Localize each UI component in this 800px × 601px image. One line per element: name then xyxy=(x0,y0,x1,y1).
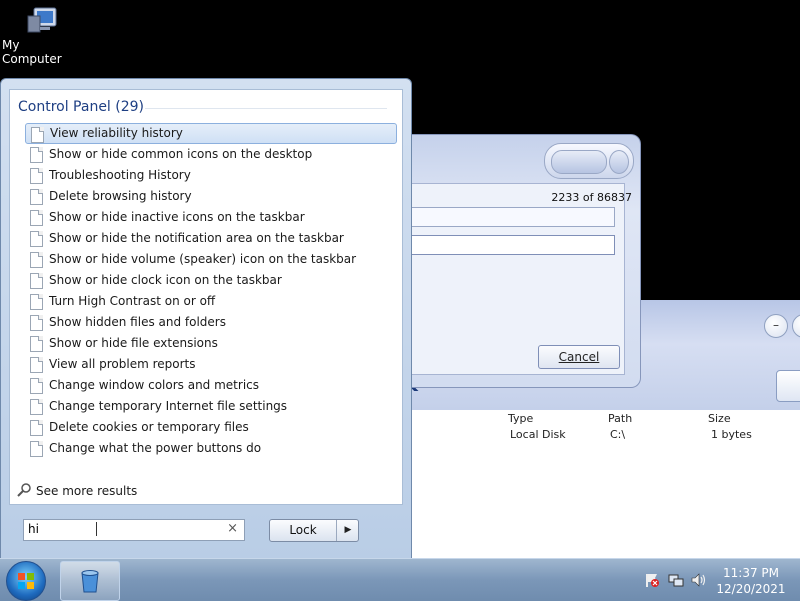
status-field xyxy=(404,207,615,227)
control-panel-item-icon xyxy=(30,168,43,184)
see-more-label: See more results xyxy=(36,484,138,498)
progress-current: 2233 xyxy=(551,191,580,204)
desktop-icon-my-computer[interactable]: My Computer xyxy=(2,6,82,66)
search-result-label: View reliability history xyxy=(50,126,183,140)
control-panel-item-icon xyxy=(30,336,43,352)
progress-counter: 2233 of 86837 xyxy=(551,191,632,204)
lock-button-label[interactable]: Lock xyxy=(270,520,337,541)
minimize-button[interactable]: – xyxy=(764,314,788,338)
column-header-size[interactable]: Size xyxy=(708,412,731,425)
text-cursor xyxy=(96,522,97,536)
search-result-label: Change temporary Internet file settings xyxy=(49,399,288,413)
search-result-item[interactable]: Show or hide common icons on the desktop xyxy=(25,144,397,165)
search-result-item[interactable]: Change temporary Internet file settings xyxy=(25,396,397,417)
search-result-item[interactable]: Show or hide volume (speaker) icon on th… xyxy=(25,249,397,270)
search-result-item[interactable]: Show or hide file extensions xyxy=(25,333,397,354)
volume-speaker-icon[interactable] xyxy=(690,572,706,588)
progress-total: 86837 xyxy=(597,191,632,204)
search-result-item[interactable]: Show or hide clock icon on the taskbar xyxy=(25,270,397,291)
start-menu: Control Panel (29) View reliability hist… xyxy=(0,78,412,560)
control-panel-item-icon xyxy=(30,210,43,226)
background-toolbar-button[interactable] xyxy=(776,370,800,402)
windows-logo-icon xyxy=(18,573,34,589)
control-panel-item-icon xyxy=(30,231,43,247)
search-result-item[interactable]: View all problem reports xyxy=(25,354,397,375)
search-result-item[interactable]: Show hidden files and folders xyxy=(25,312,397,333)
clock-time: 11:37 PM xyxy=(723,566,779,580)
cell-path: C:\ xyxy=(610,428,626,441)
search-result-label: Show or hide volume (speaker) icon on th… xyxy=(49,252,357,266)
control-panel-item-icon xyxy=(30,315,43,331)
computer-icon xyxy=(24,6,60,36)
cell-type: Local Disk xyxy=(510,428,566,441)
results-group-title[interactable]: Control Panel (29) xyxy=(18,99,144,115)
search-result-label: Show or hide common icons on the desktop xyxy=(49,147,313,161)
control-panel-item-icon xyxy=(30,399,43,415)
clock-date: 12/20/2021 xyxy=(716,582,786,596)
search-result-label: Show or hide clock icon on the taskbar xyxy=(49,273,282,287)
dialog-caption-controls xyxy=(544,143,634,179)
control-panel-item-icon xyxy=(30,273,43,289)
control-panel-item-icon xyxy=(30,357,43,373)
search-result-label: Change what the power buttons do xyxy=(49,441,262,455)
control-panel-item-icon xyxy=(30,378,43,394)
control-panel-item-icon xyxy=(30,189,43,205)
search-result-label: Show or hide file extensions xyxy=(49,336,218,350)
control-panel-item-icon xyxy=(31,127,44,143)
lock-button[interactable]: Lock ▶ xyxy=(269,519,359,542)
cell-size: 1 bytes xyxy=(711,428,752,441)
progress-bar xyxy=(404,235,615,255)
search-result-item[interactable]: Delete browsing history xyxy=(25,186,397,207)
search-result-item[interactable]: Turn High Contrast on or off xyxy=(25,291,397,312)
progress-dialog: 2233 of 86837 ) Cancel xyxy=(404,134,641,388)
search-result-label: Show or hide inactive icons on the taskb… xyxy=(49,210,305,224)
search-result-label: Delete browsing history xyxy=(49,189,192,203)
taskbar: 11:37 PM 12/20/2021 xyxy=(0,558,800,601)
search-result-label: Turn High Contrast on or off xyxy=(49,294,216,308)
clear-search-icon[interactable]: × xyxy=(227,521,238,536)
column-header-type[interactable]: Type xyxy=(508,412,533,425)
dialog-close-button[interactable] xyxy=(609,150,629,174)
search-result-label: Delete cookies or temporary files xyxy=(49,420,249,434)
search-result-label: Troubleshooting History xyxy=(49,168,191,182)
search-result-item[interactable]: Change what the power buttons do xyxy=(25,438,397,459)
search-result-item[interactable]: View reliability history xyxy=(25,123,397,144)
shutdown-options-arrow-icon[interactable]: ▶ xyxy=(338,520,358,541)
desktop-icon-label: My Computer xyxy=(2,38,62,66)
control-panel-item-icon xyxy=(30,420,43,436)
column-header-path[interactable]: Path xyxy=(608,412,632,425)
search-result-label: Show or hide the notification area on th… xyxy=(49,231,344,245)
cancel-button[interactable]: Cancel xyxy=(538,345,620,369)
file-list-header: Type Path Size xyxy=(404,412,800,426)
start-button[interactable] xyxy=(6,561,46,601)
recycle-bin-icon xyxy=(81,570,99,593)
search-icon xyxy=(17,483,33,497)
search-result-item[interactable]: Troubleshooting History xyxy=(25,165,397,186)
taskbar-app-button[interactable] xyxy=(60,561,120,601)
group-divider xyxy=(145,108,387,109)
search-result-item[interactable]: Delete cookies or temporary files xyxy=(25,417,397,438)
search-result-item[interactable]: Show or hide the notification area on th… xyxy=(25,228,397,249)
control-panel-item-icon xyxy=(30,147,43,163)
control-panel-item-icon xyxy=(30,294,43,310)
search-result-item[interactable]: Change window colors and metrics xyxy=(25,375,397,396)
search-result-item[interactable]: Show or hide inactive icons on the taskb… xyxy=(25,207,397,228)
progress-of: of xyxy=(582,191,594,204)
search-result-label: View all problem reports xyxy=(49,357,196,371)
dialog-minimize-button[interactable] xyxy=(551,150,607,174)
search-input[interactable] xyxy=(24,520,222,538)
clock[interactable]: 11:37 PM 12/20/2021 xyxy=(706,565,796,597)
table-row[interactable]: Local Disk C:\ 1 bytes xyxy=(404,428,800,442)
action-center-flag-icon[interactable] xyxy=(644,572,660,588)
control-panel-item-icon xyxy=(30,441,43,457)
search-results-list: View reliability history Show or hide com… xyxy=(25,123,397,459)
control-panel-item-icon xyxy=(30,252,43,268)
search-result-label: Change window colors and metrics xyxy=(49,378,259,392)
see-more-results-link[interactable]: See more results xyxy=(17,483,137,498)
search-result-label: Show hidden files and folders xyxy=(49,315,226,329)
search-box[interactable]: × xyxy=(23,519,245,541)
network-icon[interactable] xyxy=(668,572,684,588)
